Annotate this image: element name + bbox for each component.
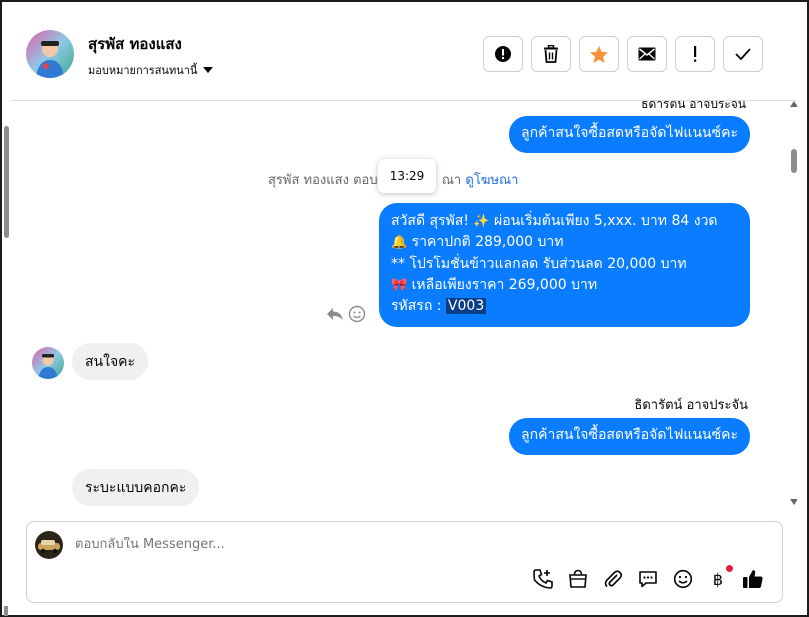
- ad-line-final-price: เหลือเพียงราคา 269,000 บาท: [411, 276, 598, 293]
- ad-reply-meta-suffix: ณา: [441, 173, 462, 188]
- mark-unread-button[interactable]: [627, 36, 667, 72]
- report-button[interactable]: [483, 36, 523, 72]
- thumbs-up-icon: [743, 570, 763, 588]
- message-hover-tools: [326, 305, 366, 323]
- phone-plus-icon: [533, 569, 553, 589]
- smiley-icon: [673, 569, 693, 589]
- message-thread[interactable]: ธิดารัตน์ อาจประจัน ลูกค้าสนใจซื้อสดหรือ…: [12, 101, 797, 511]
- star-icon: [590, 45, 608, 63]
- contact-avatar-small[interactable]: [32, 347, 64, 379]
- view-ad-link[interactable]: ดูโฆษณา: [465, 173, 518, 188]
- paperclip-icon: [604, 570, 623, 588]
- payment-button[interactable]: ฿: [707, 565, 733, 590]
- ad-line-promo: ** โปรโมชั่นข้าวแลกลด รับส่วนลด 20,000 บ…: [391, 255, 687, 272]
- page-avatar: [35, 531, 63, 559]
- shop-button[interactable]: [567, 568, 589, 590]
- checkmark-icon: [735, 48, 751, 60]
- trash-icon: [544, 45, 558, 63]
- ribbon-icon: 🎀: [391, 277, 408, 293]
- mark-done-button[interactable]: [723, 36, 763, 72]
- composer-toolbar: ฿: [532, 565, 764, 590]
- scroll-down-arrow[interactable]: [790, 499, 797, 505]
- attach-button[interactable]: [602, 568, 624, 590]
- header-actions: [483, 36, 763, 72]
- ad-line-price: ราคาปกติ 289,000 บาท: [411, 234, 564, 251]
- conversation-header: สุรพัส ทองแสง มอบหมายการสนทนานี้: [12, 2, 797, 101]
- notification-dot: [726, 565, 733, 572]
- left-scrollbar[interactable]: [4, 126, 9, 238]
- ad-line-installment: ผ่อนเริ่มต้นเพียง 5,xxx. บาท 84 งวด: [494, 213, 718, 229]
- thread-scrollbar[interactable]: [789, 101, 797, 511]
- sender-name: ธิดารัตน์ อาจประจัน: [634, 398, 748, 413]
- delete-button[interactable]: [531, 36, 571, 72]
- chat-bubble-icon: [639, 571, 657, 588]
- outgoing-message[interactable]: ลูกค้าสนใจซื้อสดหรือจัดไฟแนนซ์คะ: [509, 116, 750, 153]
- ad-reply-meta-prefix: สุรพัส ทองแสง ตอบ: [268, 173, 378, 188]
- shopping-bag-icon: [569, 569, 587, 588]
- saved-replies-button[interactable]: [637, 568, 659, 590]
- chevron-down-icon: [203, 67, 214, 73]
- bell-icon: 🔔: [391, 235, 408, 251]
- follow-up-button[interactable]: [675, 36, 715, 72]
- scroll-up-arrow[interactable]: [790, 101, 797, 107]
- scroll-thumb[interactable]: [791, 149, 797, 173]
- left-edge-marker: [4, 606, 8, 616]
- contact-avatar[interactable]: [26, 30, 74, 78]
- incoming-message[interactable]: สนใจคะ: [72, 343, 149, 380]
- incoming-message[interactable]: ระบะแบบคอกคะ: [72, 469, 200, 506]
- star-button[interactable]: [579, 36, 619, 72]
- contact-name[interactable]: สุรพัส ทองแสง: [88, 32, 182, 56]
- call-add-button[interactable]: [532, 568, 554, 590]
- reply-icon[interactable]: [326, 306, 344, 322]
- sparkles-icon: ✨: [473, 214, 490, 229]
- app-frame: สุรพัส ทองแสง มอบหมายการสนทนานี้ ธิดารัต…: [0, 0, 809, 617]
- like-button[interactable]: [742, 568, 764, 590]
- sender-name: ธิดารัตน์ อาจประจัน: [641, 101, 746, 111]
- message-composer: ฿: [26, 521, 783, 603]
- alert-circle-icon: [495, 46, 511, 62]
- timestamp-tooltip: 13:29: [378, 159, 436, 193]
- car-code-value[interactable]: V003: [445, 298, 487, 315]
- emoji-button[interactable]: [672, 568, 694, 590]
- outgoing-message[interactable]: ลูกค้าสนใจซื้อสดหรือจัดไฟแนนซ์คะ: [509, 418, 750, 455]
- reply-input[interactable]: [75, 537, 715, 552]
- baht-icon: ฿: [712, 569, 724, 589]
- ad-message-bubble[interactable]: สวัสดี สุรพัส! ✨ ผ่อนเริ่มต้นเพียง 5,xxx…: [379, 203, 750, 327]
- car-code-label: รหัสรถ :: [391, 298, 442, 315]
- smiley-icon[interactable]: [348, 305, 366, 323]
- ad-line-greeting: สวัสดี สุรพัส!: [391, 213, 469, 229]
- assign-label: มอบหมายการสนทนานี้: [88, 64, 198, 77]
- exclamation-icon: [694, 46, 697, 62]
- assign-conversation-dropdown[interactable]: มอบหมายการสนทนานี้: [88, 61, 214, 79]
- envelope-icon: [638, 47, 656, 61]
